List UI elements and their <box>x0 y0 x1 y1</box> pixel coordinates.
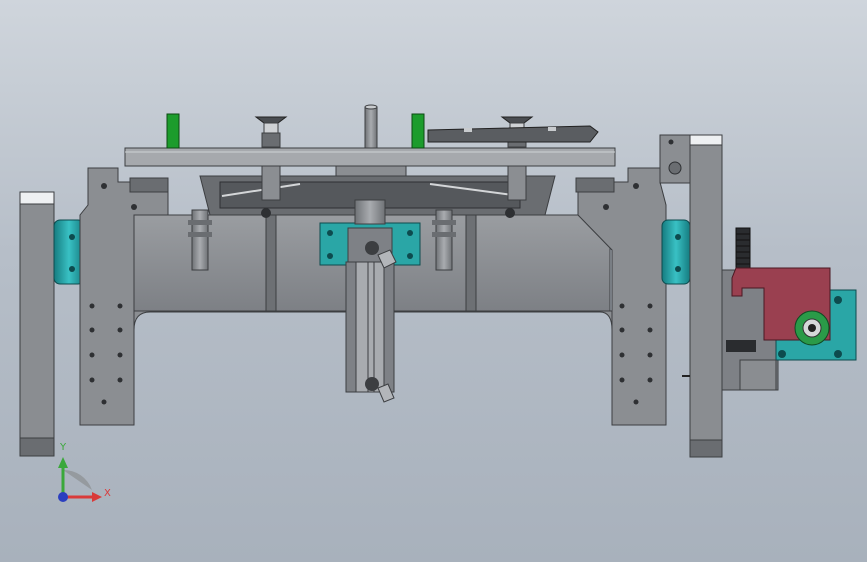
z-axis-dot <box>58 492 68 502</box>
right-outer-post <box>659 134 723 458</box>
x-axis-label: X <box>104 488 111 499</box>
top-plate <box>124 147 616 177</box>
y-axis-label: Y <box>60 442 67 453</box>
left-outer-post <box>19 191 55 457</box>
cad-model-drawing[interactable] <box>0 0 867 562</box>
top-fixtures <box>166 104 599 149</box>
cad-viewport[interactable]: Y X <box>0 0 867 562</box>
right-cyan-hub <box>661 219 691 285</box>
coordinate-triad <box>58 457 102 502</box>
